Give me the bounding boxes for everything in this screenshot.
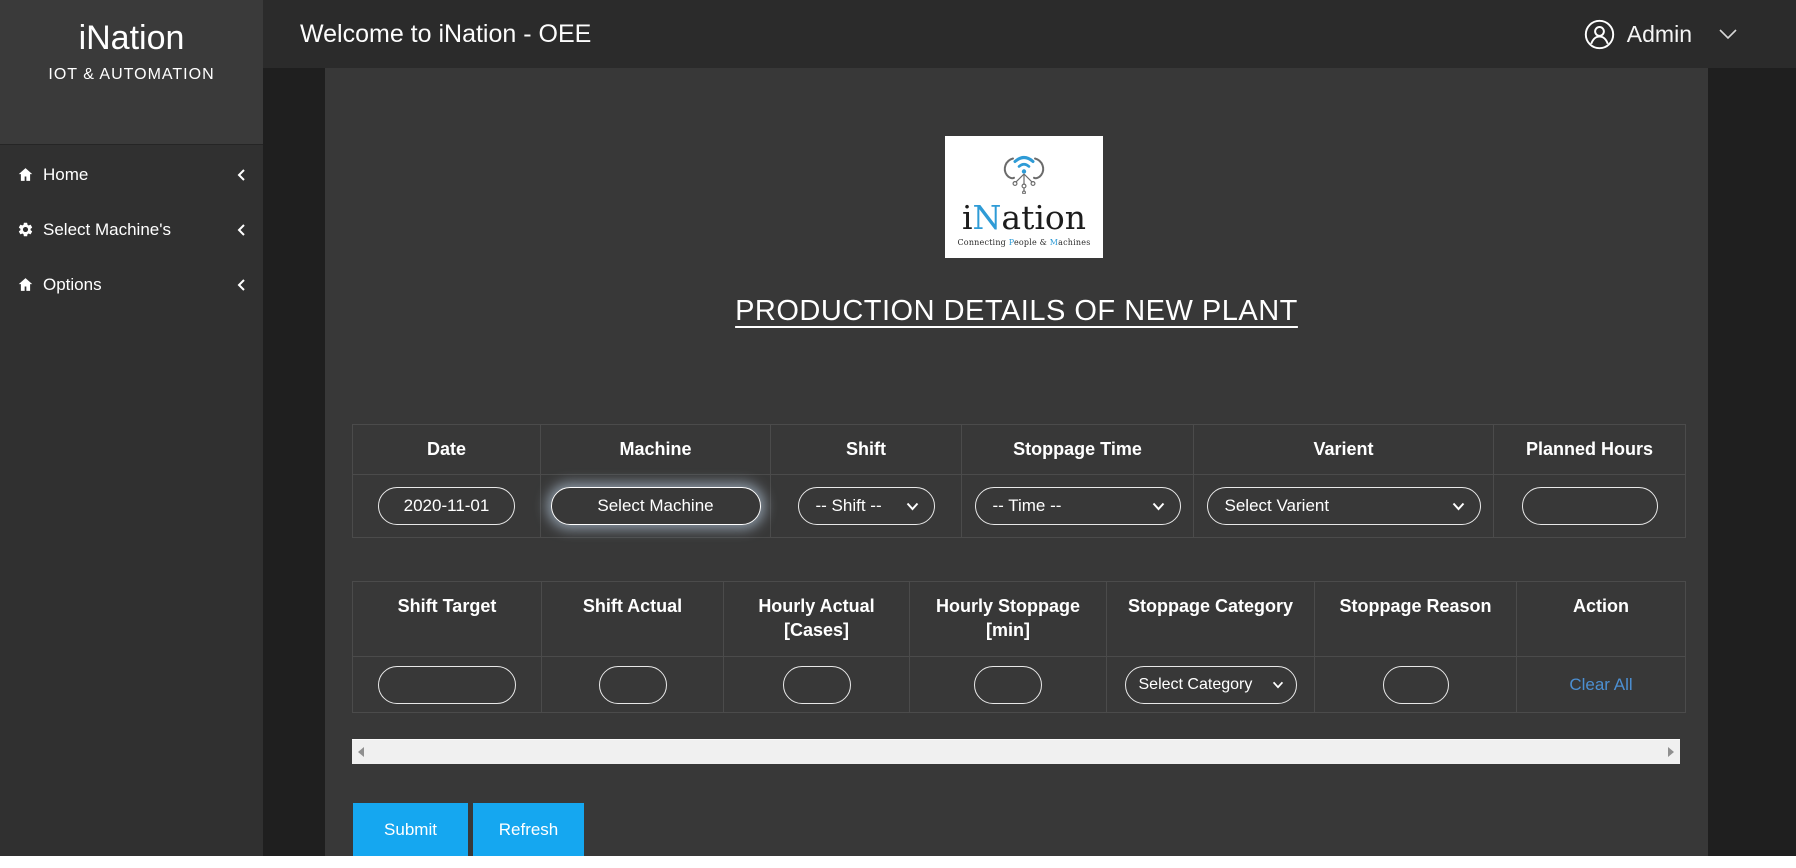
- entry-table: Date Machine Shift Stoppage Time Varient…: [352, 424, 1686, 538]
- logo-cloud-icon: [993, 148, 1055, 199]
- stoppage-time-select[interactable]: -- Time --: [975, 487, 1181, 525]
- logo-tagline: Connecting People & Machines: [957, 238, 1090, 247]
- chevron-down-icon: [1272, 681, 1284, 689]
- chevron-down-icon: [1452, 502, 1465, 511]
- column-header-stoppage-time: Stoppage Time: [962, 425, 1194, 475]
- sidebar-item-options[interactable]: Options: [0, 257, 263, 312]
- machine-input[interactable]: [551, 487, 761, 525]
- sidebar-menu: Home Select Machine's Options: [0, 145, 263, 312]
- entry-table-header-row: Date Machine Shift Stoppage Time Varient…: [353, 425, 1686, 475]
- horizontal-scrollbar[interactable]: [352, 739, 1680, 764]
- chevron-down-icon: [906, 502, 919, 511]
- logo-wordmark: iNation: [962, 201, 1086, 234]
- date-input[interactable]: [378, 487, 515, 525]
- page-title: Welcome to iNation - OEE: [300, 20, 591, 49]
- scroll-right-arrow-icon[interactable]: [1668, 747, 1674, 757]
- shift-target-input[interactable]: [378, 666, 516, 704]
- sidebar: iNation IOT & AUTOMATION Home Select Mac…: [0, 0, 263, 856]
- user-menu[interactable]: Admin: [1584, 19, 1738, 50]
- shift-table-header-row: Shift Target Shift Actual Hourly Actual[…: [353, 582, 1686, 657]
- column-header-stoppage-reason: Stoppage Reason: [1315, 582, 1517, 657]
- sidebar-item-label: Home: [43, 165, 88, 185]
- logo-card: iNation Connecting People & Machines: [945, 136, 1103, 258]
- user-name: Admin: [1627, 21, 1692, 48]
- hourly-actual-input[interactable]: [783, 666, 851, 704]
- column-header-stoppage-category: Stoppage Category: [1107, 582, 1315, 657]
- submit-button[interactable]: Submit: [353, 803, 468, 856]
- sidebar-brand: iNation IOT & AUTOMATION: [0, 0, 263, 145]
- shift-select-value: -- Shift --: [816, 496, 882, 516]
- sidebar-item-label: Options: [43, 275, 102, 295]
- home-icon: [17, 276, 34, 293]
- column-header-varient: Varient: [1194, 425, 1494, 475]
- sidebar-item-label: Select Machine's: [43, 220, 171, 240]
- planned-hours-input[interactable]: [1522, 487, 1658, 525]
- column-header-action: Action: [1517, 582, 1686, 657]
- chevron-left-icon: [237, 223, 246, 237]
- column-header-date: Date: [353, 425, 541, 475]
- main-area: iNation Connecting People & Machines PRO…: [263, 68, 1796, 856]
- form-actions: Submit Refresh: [353, 803, 584, 856]
- refresh-button[interactable]: Refresh: [473, 803, 584, 856]
- gear-icon: [17, 221, 34, 238]
- stoppage-time-select-value: -- Time --: [993, 496, 1062, 516]
- varient-select-value: Select Varient: [1225, 496, 1330, 516]
- section-heading: PRODUCTION DETAILS OF NEW PLANT: [325, 295, 1708, 328]
- stoppage-category-select[interactable]: Select Category: [1125, 666, 1297, 704]
- home-icon: [17, 166, 34, 183]
- chevron-down-icon: [1718, 28, 1738, 40]
- sidebar-item-home[interactable]: Home: [0, 147, 263, 202]
- column-header-shift-actual: Shift Actual: [542, 582, 724, 657]
- stoppage-category-value: Select Category: [1139, 676, 1253, 694]
- brand-subtitle: IOT & AUTOMATION: [48, 66, 214, 84]
- chevron-left-icon: [237, 168, 246, 182]
- chevron-down-icon: [1152, 502, 1165, 511]
- shift-select[interactable]: -- Shift --: [798, 487, 935, 525]
- varient-select[interactable]: Select Varient: [1207, 487, 1481, 525]
- scroll-left-arrow-icon[interactable]: [358, 747, 364, 757]
- content-panel: iNation Connecting People & Machines PRO…: [325, 68, 1708, 856]
- shift-table: Shift Target Shift Actual Hourly Actual[…: [352, 581, 1686, 713]
- column-header-planned-hours: Planned Hours: [1494, 425, 1686, 475]
- user-avatar-icon: [1584, 19, 1615, 50]
- chevron-left-icon: [237, 278, 246, 292]
- column-header-hourly-stoppage: Hourly Stoppage[min]: [910, 582, 1107, 657]
- app-page: iNation IOT & AUTOMATION Home Select Mac…: [0, 0, 1796, 868]
- entry-table-input-row: -- Shift -- -- Time --: [353, 475, 1686, 538]
- column-header-machine: Machine: [541, 425, 771, 475]
- column-header-shift: Shift: [771, 425, 962, 475]
- stoppage-reason-input[interactable]: [1383, 666, 1449, 704]
- shift-table-input-row: Select Category Clear All: [353, 657, 1686, 713]
- brand-title: iNation: [79, 20, 185, 57]
- hourly-stoppage-input[interactable]: [974, 666, 1042, 704]
- column-header-hourly-actual: Hourly Actual[Cases]: [724, 582, 910, 657]
- clear-all-link[interactable]: Clear All: [1569, 675, 1632, 694]
- sidebar-item-select-machines[interactable]: Select Machine's: [0, 202, 263, 257]
- shift-actual-input[interactable]: [599, 666, 667, 704]
- topbar: Welcome to iNation - OEE Admin: [263, 0, 1796, 68]
- column-header-shift-target: Shift Target: [353, 582, 542, 657]
